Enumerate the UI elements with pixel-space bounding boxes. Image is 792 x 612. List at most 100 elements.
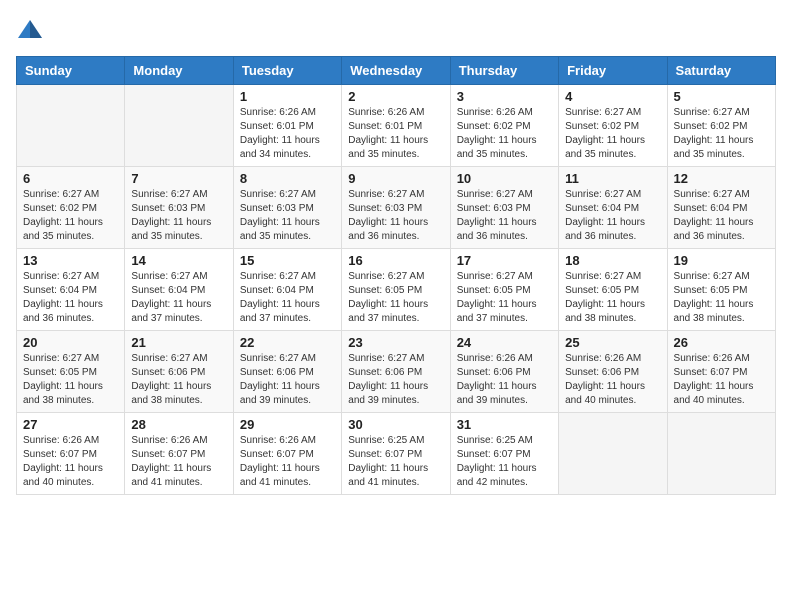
day-number: 18: [565, 253, 660, 268]
day-number: 27: [23, 417, 118, 432]
day-info: Sunrise: 6:27 AM Sunset: 6:04 PM Dayligh…: [674, 188, 769, 244]
calendar-cell: 6 Sunrise: 6:27 AM Sunset: 6:02 PM Daylig…: [17, 167, 125, 249]
calendar-cell: 20 Sunrise: 6:27 AM Sunset: 6:05 PM Dayli…: [17, 331, 125, 413]
calendar-cell: 9 Sunrise: 6:27 AM Sunset: 6:03 PM Daylig…: [342, 167, 450, 249]
day-info: Sunrise: 6:27 AM Sunset: 6:03 PM Dayligh…: [240, 188, 335, 244]
day-number: 15: [240, 253, 335, 268]
day-info: Sunrise: 6:27 AM Sunset: 6:02 PM Dayligh…: [674, 106, 769, 162]
day-info: Sunrise: 6:27 AM Sunset: 6:04 PM Dayligh…: [240, 270, 335, 326]
calendar-cell: 23 Sunrise: 6:27 AM Sunset: 6:06 PM Dayli…: [342, 331, 450, 413]
day-number: 5: [674, 89, 769, 104]
logo: [16, 16, 46, 44]
day-info: Sunrise: 6:27 AM Sunset: 6:06 PM Dayligh…: [240, 352, 335, 408]
calendar-header-row: SundayMondayTuesdayWednesdayThursdayFrid…: [17, 57, 776, 85]
day-info: Sunrise: 6:27 AM Sunset: 6:03 PM Dayligh…: [457, 188, 552, 244]
day-number: 24: [457, 335, 552, 350]
day-number: 19: [674, 253, 769, 268]
calendar-cell: 22 Sunrise: 6:27 AM Sunset: 6:06 PM Dayli…: [233, 331, 341, 413]
calendar-week-row: 6 Sunrise: 6:27 AM Sunset: 6:02 PM Daylig…: [17, 167, 776, 249]
calendar-cell: [125, 85, 233, 167]
calendar-cell: 26 Sunrise: 6:26 AM Sunset: 6:07 PM Dayli…: [667, 331, 775, 413]
day-info: Sunrise: 6:27 AM Sunset: 6:05 PM Dayligh…: [23, 352, 118, 408]
calendar-cell: 29 Sunrise: 6:26 AM Sunset: 6:07 PM Dayli…: [233, 413, 341, 495]
calendar-cell: 14 Sunrise: 6:27 AM Sunset: 6:04 PM Dayli…: [125, 249, 233, 331]
day-number: 26: [674, 335, 769, 350]
day-info: Sunrise: 6:27 AM Sunset: 6:05 PM Dayligh…: [674, 270, 769, 326]
day-info: Sunrise: 6:27 AM Sunset: 6:06 PM Dayligh…: [131, 352, 226, 408]
calendar-cell: [17, 85, 125, 167]
day-number: 7: [131, 171, 226, 186]
day-number: 11: [565, 171, 660, 186]
day-info: Sunrise: 6:27 AM Sunset: 6:04 PM Dayligh…: [23, 270, 118, 326]
day-number: 16: [348, 253, 443, 268]
calendar-cell: 25 Sunrise: 6:26 AM Sunset: 6:06 PM Dayli…: [559, 331, 667, 413]
column-header-saturday: Saturday: [667, 57, 775, 85]
calendar-week-row: 13 Sunrise: 6:27 AM Sunset: 6:04 PM Dayli…: [17, 249, 776, 331]
day-info: Sunrise: 6:27 AM Sunset: 6:03 PM Dayligh…: [131, 188, 226, 244]
day-info: Sunrise: 6:27 AM Sunset: 6:03 PM Dayligh…: [348, 188, 443, 244]
calendar-cell: [667, 413, 775, 495]
calendar-cell: 17Sunrise: 6:27 AM Sunset: 6:05 PM Dayli…: [450, 249, 558, 331]
calendar-week-row: 1 Sunrise: 6:26 AM Sunset: 6:01 PM Daylig…: [17, 85, 776, 167]
column-header-thursday: Thursday: [450, 57, 558, 85]
calendar-cell: [559, 413, 667, 495]
day-number: 3: [457, 89, 552, 104]
calendar-cell: 10Sunrise: 6:27 AM Sunset: 6:03 PM Dayli…: [450, 167, 558, 249]
day-info: Sunrise: 6:27 AM Sunset: 6:04 PM Dayligh…: [565, 188, 660, 244]
day-number: 2: [348, 89, 443, 104]
day-info: Sunrise: 6:27 AM Sunset: 6:06 PM Dayligh…: [348, 352, 443, 408]
day-info: Sunrise: 6:25 AM Sunset: 6:07 PM Dayligh…: [348, 434, 443, 490]
page-header: [16, 16, 776, 44]
day-number: 4: [565, 89, 660, 104]
day-info: Sunrise: 6:26 AM Sunset: 6:01 PM Dayligh…: [348, 106, 443, 162]
calendar-week-row: 27 Sunrise: 6:26 AM Sunset: 6:07 PM Dayli…: [17, 413, 776, 495]
calendar-table: SundayMondayTuesdayWednesdayThursdayFrid…: [16, 56, 776, 495]
day-number: 31: [457, 417, 552, 432]
day-info: Sunrise: 6:27 AM Sunset: 6:05 PM Dayligh…: [348, 270, 443, 326]
calendar-cell: 11 Sunrise: 6:27 AM Sunset: 6:04 PM Dayli…: [559, 167, 667, 249]
calendar-cell: 4Sunrise: 6:27 AM Sunset: 6:02 PM Daylig…: [559, 85, 667, 167]
day-info: Sunrise: 6:25 AM Sunset: 6:07 PM Dayligh…: [457, 434, 552, 490]
day-info: Sunrise: 6:26 AM Sunset: 6:07 PM Dayligh…: [23, 434, 118, 490]
day-number: 21: [131, 335, 226, 350]
day-info: Sunrise: 6:27 AM Sunset: 6:02 PM Dayligh…: [23, 188, 118, 244]
day-number: 22: [240, 335, 335, 350]
calendar-cell: 1 Sunrise: 6:26 AM Sunset: 6:01 PM Daylig…: [233, 85, 341, 167]
day-info: Sunrise: 6:27 AM Sunset: 6:05 PM Dayligh…: [565, 270, 660, 326]
day-number: 23: [348, 335, 443, 350]
calendar-cell: 13 Sunrise: 6:27 AM Sunset: 6:04 PM Dayli…: [17, 249, 125, 331]
calendar-week-row: 20 Sunrise: 6:27 AM Sunset: 6:05 PM Dayli…: [17, 331, 776, 413]
day-number: 9: [348, 171, 443, 186]
day-info: Sunrise: 6:27 AM Sunset: 6:05 PM Dayligh…: [457, 270, 552, 326]
calendar-cell: 31 Sunrise: 6:25 AM Sunset: 6:07 PM Dayli…: [450, 413, 558, 495]
calendar-cell: 18 Sunrise: 6:27 AM Sunset: 6:05 PM Dayli…: [559, 249, 667, 331]
day-info: Sunrise: 6:26 AM Sunset: 6:07 PM Dayligh…: [131, 434, 226, 490]
calendar-cell: 28 Sunrise: 6:26 AM Sunset: 6:07 PM Dayli…: [125, 413, 233, 495]
day-info: Sunrise: 6:26 AM Sunset: 6:07 PM Dayligh…: [674, 352, 769, 408]
day-number: 25: [565, 335, 660, 350]
calendar-cell: 7 Sunrise: 6:27 AM Sunset: 6:03 PM Daylig…: [125, 167, 233, 249]
day-number: 20: [23, 335, 118, 350]
day-info: Sunrise: 6:26 AM Sunset: 6:02 PM Dayligh…: [457, 106, 552, 162]
calendar-cell: 27 Sunrise: 6:26 AM Sunset: 6:07 PM Dayli…: [17, 413, 125, 495]
calendar-cell: 2 Sunrise: 6:26 AM Sunset: 6:01 PM Daylig…: [342, 85, 450, 167]
day-number: 12: [674, 171, 769, 186]
column-header-wednesday: Wednesday: [342, 57, 450, 85]
day-number: 13: [23, 253, 118, 268]
day-info: Sunrise: 6:26 AM Sunset: 6:01 PM Dayligh…: [240, 106, 335, 162]
day-info: Sunrise: 6:26 AM Sunset: 6:07 PM Dayligh…: [240, 434, 335, 490]
day-number: 6: [23, 171, 118, 186]
calendar-cell: 16 Sunrise: 6:27 AM Sunset: 6:05 PM Dayli…: [342, 249, 450, 331]
day-number: 28: [131, 417, 226, 432]
calendar-cell: 19 Sunrise: 6:27 AM Sunset: 6:05 PM Dayli…: [667, 249, 775, 331]
calendar-cell: 3 Sunrise: 6:26 AM Sunset: 6:02 PM Daylig…: [450, 85, 558, 167]
calendar-cell: 5 Sunrise: 6:27 AM Sunset: 6:02 PM Daylig…: [667, 85, 775, 167]
day-number: 1: [240, 89, 335, 104]
calendar-cell: 12 Sunrise: 6:27 AM Sunset: 6:04 PM Dayli…: [667, 167, 775, 249]
column-header-sunday: Sunday: [17, 57, 125, 85]
day-info: Sunrise: 6:26 AM Sunset: 6:06 PM Dayligh…: [565, 352, 660, 408]
day-number: 29: [240, 417, 335, 432]
day-number: 14: [131, 253, 226, 268]
calendar-cell: 30Sunrise: 6:25 AM Sunset: 6:07 PM Dayli…: [342, 413, 450, 495]
day-info: Sunrise: 6:27 AM Sunset: 6:04 PM Dayligh…: [131, 270, 226, 326]
